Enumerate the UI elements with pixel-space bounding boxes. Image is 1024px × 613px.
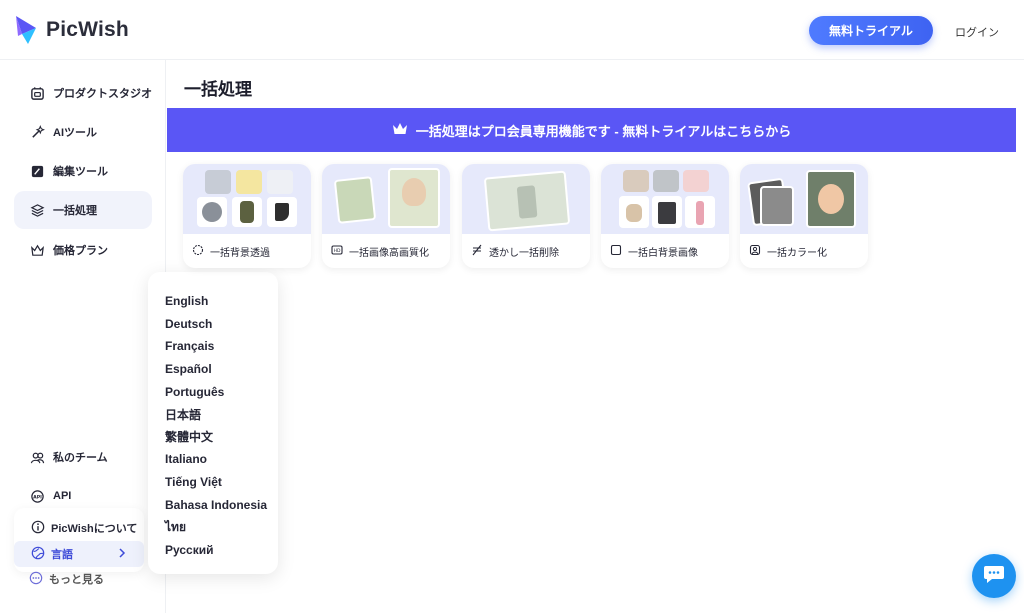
language-option-italian[interactable]: Italiano	[148, 448, 278, 471]
language-option-french[interactable]: Français	[148, 335, 278, 358]
sidebar-item-label: 編集ツール	[53, 166, 108, 178]
language-menu: English Deutsch Français Español Portugu…	[148, 272, 278, 574]
language-option-traditional-chinese[interactable]: 繁體中文	[148, 426, 278, 449]
watermark-remove-icon	[471, 244, 483, 259]
edit-icon	[29, 163, 46, 180]
page-title: 一括処理	[184, 80, 252, 99]
top-bar: PicWish 無料トライアル ログイン	[0, 0, 1024, 60]
chevron-right-icon	[118, 547, 126, 561]
card-label: 一括画像高画質化	[349, 247, 429, 259]
team-icon	[29, 449, 46, 466]
about-label: PicWishについて	[51, 523, 138, 535]
sidebar-item-edit-tools[interactable]: 編集ツール	[14, 152, 152, 190]
colorize-icon	[749, 244, 761, 259]
card-image	[322, 164, 450, 234]
api-icon: API	[29, 488, 46, 505]
about-picwish-item[interactable]: PicWishについて	[14, 515, 144, 541]
sidebar-item-label: プロダクトスタジオ	[53, 88, 152, 100]
crown-icon	[29, 242, 46, 259]
sidebar-item-ai-tools[interactable]: AIツール	[14, 113, 152, 151]
more-label: もっと見る	[49, 574, 104, 586]
card-batch-bg-remove[interactable]: 一括背景透過	[183, 164, 311, 268]
more-popup: PicWishについて 言語	[14, 508, 144, 572]
banner-text: 一括処理はプロ会員専用機能です - 無料トライアルはこちらから	[415, 123, 792, 139]
studio-icon	[29, 85, 46, 102]
language-option-vietnamese[interactable]: Tiếng Việt	[148, 471, 278, 494]
picwish-logo-icon	[14, 14, 38, 46]
card-batch-colorize[interactable]: 一括カラー化	[740, 164, 868, 268]
language-option-english[interactable]: English	[148, 290, 278, 313]
sidebar-item-label: 価格プラン	[53, 245, 108, 257]
sidebar-item-pricing[interactable]: 価格プラン	[14, 231, 152, 269]
logo[interactable]: PicWish	[14, 14, 129, 46]
card-image	[601, 164, 729, 234]
card-batch-watermark-remove[interactable]: 透かし一括削除	[462, 164, 590, 268]
info-icon	[31, 520, 45, 537]
sidebar-item-label: 私のチーム	[53, 452, 108, 464]
svg-text:API: API	[33, 494, 42, 500]
sidebar-item-team[interactable]: 私のチーム	[14, 438, 152, 476]
sidebar-item-product-studio[interactable]: プロダクトスタジオ	[14, 74, 152, 112]
card-batch-upscale[interactable]: HD 一括画像高画質化	[322, 164, 450, 268]
card-label: 一括カラー化	[767, 247, 827, 259]
card-image	[462, 164, 590, 234]
crown-icon	[392, 122, 408, 139]
chat-bubble-icon	[983, 564, 1005, 589]
card-batch-white-bg[interactable]: 一括白背景画像	[601, 164, 729, 268]
card-image	[183, 164, 311, 234]
card-label: 透かし一括削除	[489, 247, 559, 259]
free-trial-button[interactable]: 無料トライアル	[809, 16, 933, 45]
brand-name: PicWish	[46, 18, 129, 41]
bg-remove-icon	[192, 244, 204, 259]
card-image	[740, 164, 868, 234]
language-option-portuguese[interactable]: Português	[148, 380, 278, 403]
language-option-spanish[interactable]: Español	[148, 358, 278, 381]
sidebar-item-label: API	[53, 490, 72, 502]
more-dots-icon	[29, 571, 43, 588]
more-item[interactable]: もっと見る	[14, 568, 104, 590]
hd-icon: HD	[331, 244, 343, 259]
white-bg-icon	[610, 244, 622, 259]
language-option-indonesian[interactable]: Bahasa Indonesia	[148, 493, 278, 516]
sidebar-item-label: 一括処理	[53, 205, 97, 217]
language-option-russian[interactable]: Русский	[148, 539, 278, 562]
language-label: 言語	[51, 549, 73, 561]
sidebar-item-label: AIツール	[53, 127, 97, 139]
ai-magic-icon	[29, 124, 46, 141]
layers-icon	[29, 202, 46, 219]
pro-banner[interactable]: 一括処理はプロ会員専用機能です - 無料トライアルはこちらから	[167, 108, 1016, 152]
chat-support-button[interactable]	[972, 554, 1016, 598]
language-option-thai[interactable]: ไทย	[148, 516, 278, 539]
svg-text:HD: HD	[334, 248, 341, 254]
card-label: 一括白背景画像	[628, 247, 698, 259]
sidebar-item-batch[interactable]: 一括処理	[14, 191, 152, 229]
language-option-german[interactable]: Deutsch	[148, 313, 278, 336]
globe-icon	[31, 546, 45, 563]
language-item[interactable]: 言語	[14, 541, 144, 567]
login-link[interactable]: ログイン	[955, 24, 999, 40]
card-label: 一括背景透過	[210, 247, 270, 259]
language-option-japanese[interactable]: 日本語	[148, 403, 278, 426]
